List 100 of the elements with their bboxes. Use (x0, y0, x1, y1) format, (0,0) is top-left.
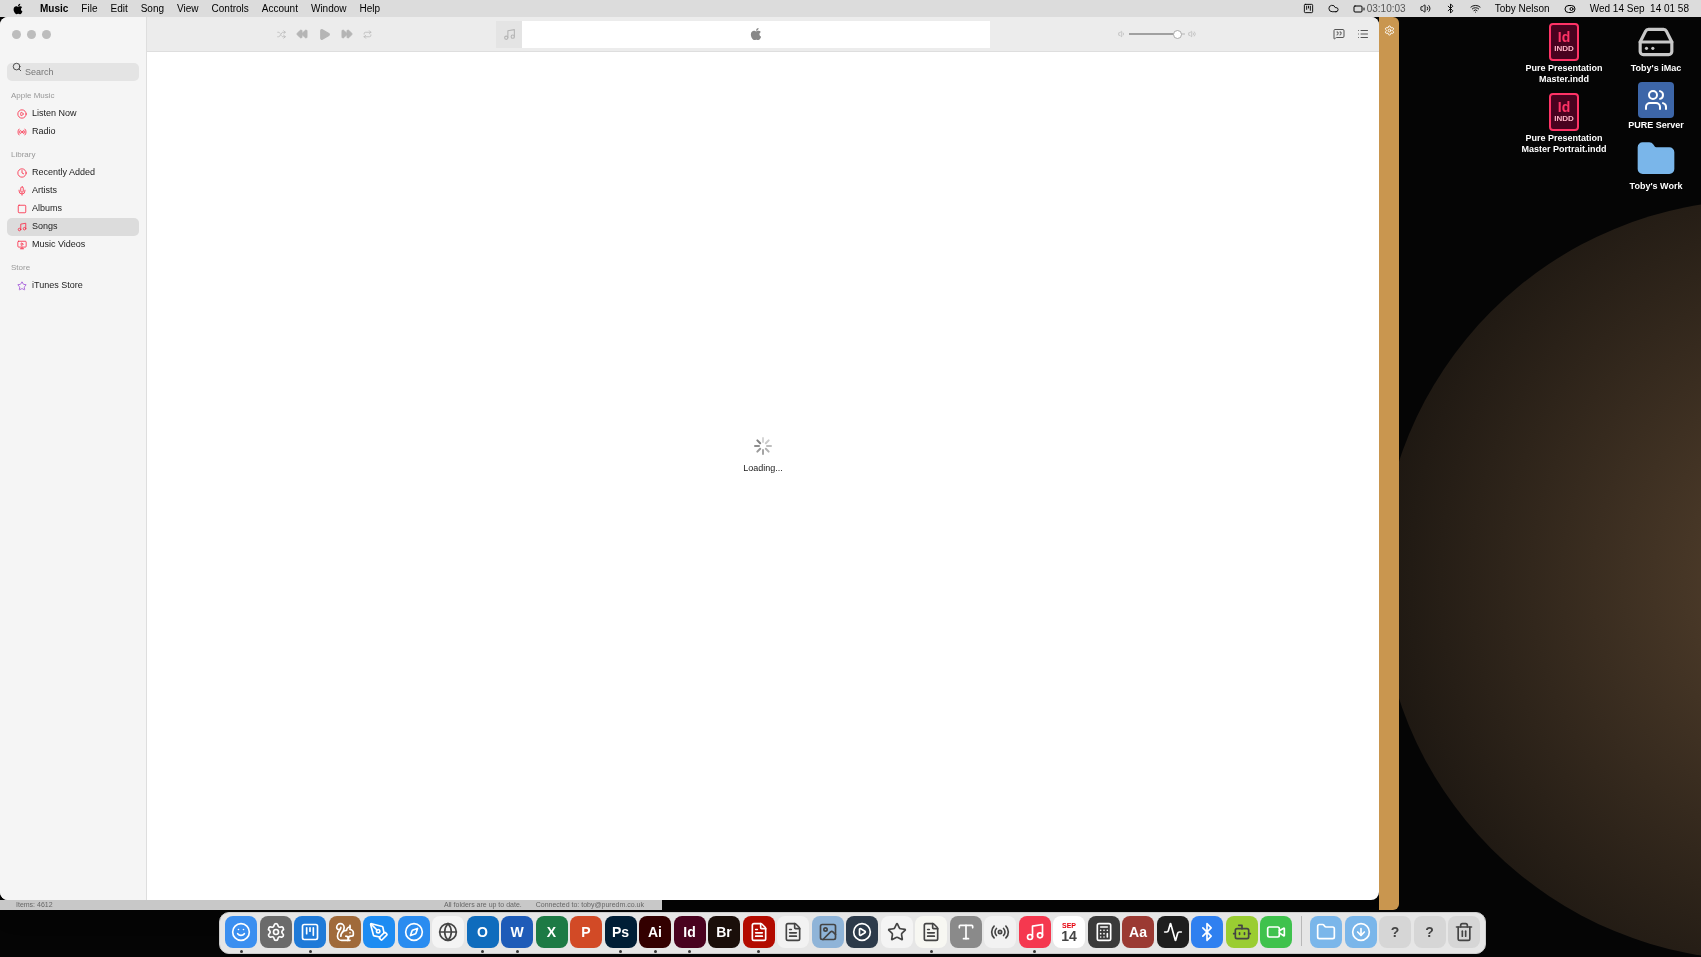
app-icon[interactable]: Ai (639, 916, 671, 948)
app-icon[interactable]: ? (1413, 916, 1446, 948)
app-icon[interactable]: ? (1379, 916, 1411, 948)
section-heading: Store (10, 262, 32, 274)
cloud-icon[interactable] (1327, 3, 1339, 14)
app-letters: Id (683, 925, 696, 939)
menu-item[interactable]: Song (140, 1, 165, 16)
loading-text: Loading... (743, 462, 783, 476)
calculator-app-icon[interactable] (1087, 916, 1120, 948)
radio-app-icon[interactable] (984, 916, 1016, 948)
battery-time[interactable]: 03:10:03 (1366, 1, 1406, 16)
sidebar-item[interactable]: Music Videos (7, 236, 139, 254)
trash-icon[interactable] (1448, 916, 1480, 948)
desktop-icon-label[interactable]: Pure Presentation Master.indd (1519, 63, 1609, 85)
sidebar-item-icon (17, 109, 27, 119)
app-icon[interactable]: Id (673, 916, 706, 948)
face-app-icon[interactable] (225, 916, 257, 948)
menu-item[interactable]: Controls (211, 1, 249, 16)
app-icon[interactable]: X (535, 916, 568, 948)
squirrel-app-icon[interactable] (328, 916, 361, 948)
desktop-icon-label[interactable]: PURE Server (1628, 120, 1684, 131)
menu-item[interactable]: Help (359, 1, 381, 16)
app-icon[interactable]: W (501, 916, 533, 948)
search-field[interactable]: Search (7, 63, 139, 81)
app-icon[interactable]: P (570, 916, 602, 948)
app-letters: P (581, 925, 591, 939)
sidebar-item[interactable]: Songs (7, 218, 139, 236)
app-icon[interactable]: O (466, 916, 499, 948)
list-button[interactable] (1357, 28, 1370, 40)
music-note-icon (502, 27, 516, 41)
robot-app-icon[interactable] (1225, 916, 1258, 948)
app-letters: Br (716, 925, 732, 939)
document-app-icon[interactable] (777, 916, 809, 948)
volume-thumb[interactable] (1172, 29, 1182, 39)
image-app-icon[interactable] (811, 916, 844, 948)
app-icon[interactable]: Aa (1122, 916, 1154, 948)
menu-item[interactable]: Account (261, 1, 298, 16)
file-letters: Id (1557, 100, 1571, 114)
pulse-app-icon[interactable] (1156, 916, 1189, 948)
sidebar-item-icon (17, 222, 27, 232)
clock[interactable]: Wed 14 Sep 14 01 58 (1589, 1, 1689, 16)
play-app-icon[interactable] (846, 916, 878, 948)
battery-icon[interactable] (1352, 2, 1365, 15)
wifi-icon[interactable] (1469, 3, 1481, 14)
user-name[interactable]: Toby Nelson (1494, 1, 1550, 16)
desktop-icon-label[interactable]: Toby's Work (1629, 181, 1683, 192)
indesign-file-icon[interactable]: Id INDD (1549, 93, 1579, 131)
menu-item[interactable]: View (177, 1, 199, 16)
apple-icon[interactable] (12, 2, 24, 15)
sidebar-item[interactable]: Radio (7, 123, 139, 141)
menu-item[interactable]: Music (40, 1, 69, 16)
app-icon[interactable]: Ps (604, 916, 637, 948)
sidebar-item[interactable]: Listen Now (7, 105, 139, 123)
board-app-icon[interactable] (294, 916, 326, 948)
indesign-file-icon[interactable]: Id INDD (1549, 23, 1579, 61)
file-letters: Id (1557, 30, 1571, 44)
document-app-icon[interactable] (915, 916, 947, 948)
app-letters: 14 (1061, 928, 1077, 943)
app-letters: ? (1425, 925, 1434, 939)
volume-icon[interactable] (1419, 3, 1431, 14)
app-letters: Aa (1129, 925, 1147, 939)
app-icon[interactable]: Br (708, 916, 740, 948)
app-letters: O (477, 925, 488, 939)
board-icon[interactable] (1302, 3, 1314, 14)
menu-item[interactable]: File (81, 1, 98, 16)
sidebar-item-icon (17, 204, 27, 214)
desktop-icon-label[interactable]: Pure Presentation Master Portrait.indd (1519, 133, 1609, 155)
volume-high-icon (1188, 30, 1196, 38)
app-letters: Ps (611, 925, 630, 939)
search-icon (12, 62, 22, 72)
volume-slider[interactable] (1129, 29, 1185, 39)
menu-item[interactable]: Window (310, 1, 347, 16)
gear-app-icon[interactable] (259, 916, 292, 948)
section-heading: Library (10, 149, 37, 161)
section-heading: Apple Music (10, 90, 56, 102)
sidebar-item-icon (17, 240, 27, 250)
sidebar-item-icon (17, 127, 27, 137)
sidebar-item-icon (17, 281, 27, 291)
sidebar-item[interactable]: Recently Added (7, 164, 139, 182)
globe-app-icon[interactable] (432, 916, 464, 948)
lyrics-button[interactable] (1333, 28, 1346, 40)
document-app-icon[interactable] (742, 916, 775, 948)
sidebar-item[interactable]: Artists (7, 182, 139, 200)
loading-spinner-icon (753, 436, 774, 457)
app-letters: ? (1390, 925, 1400, 939)
server-icon[interactable] (1638, 82, 1674, 118)
apple-icon (749, 27, 763, 41)
music-note-app-icon[interactable] (1018, 916, 1051, 948)
desktop-icon-label[interactable]: Toby's iMac (1630, 63, 1682, 74)
bluetooth-app-icon[interactable] (1191, 916, 1223, 948)
star-app-icon[interactable] (880, 916, 913, 948)
sidebar-item[interactable]: iTunes Store (7, 277, 139, 295)
menu-item[interactable]: Edit (110, 1, 128, 16)
pen-app-icon[interactable] (363, 916, 395, 948)
app-letters: W (510, 925, 524, 939)
sidebar-item[interactable]: Albums (7, 200, 139, 218)
app-letters: Ai (648, 925, 662, 939)
sidebar-item-icon (17, 168, 27, 178)
toggle-icon[interactable] (1563, 2, 1576, 15)
volume-low-icon (1118, 30, 1126, 38)
